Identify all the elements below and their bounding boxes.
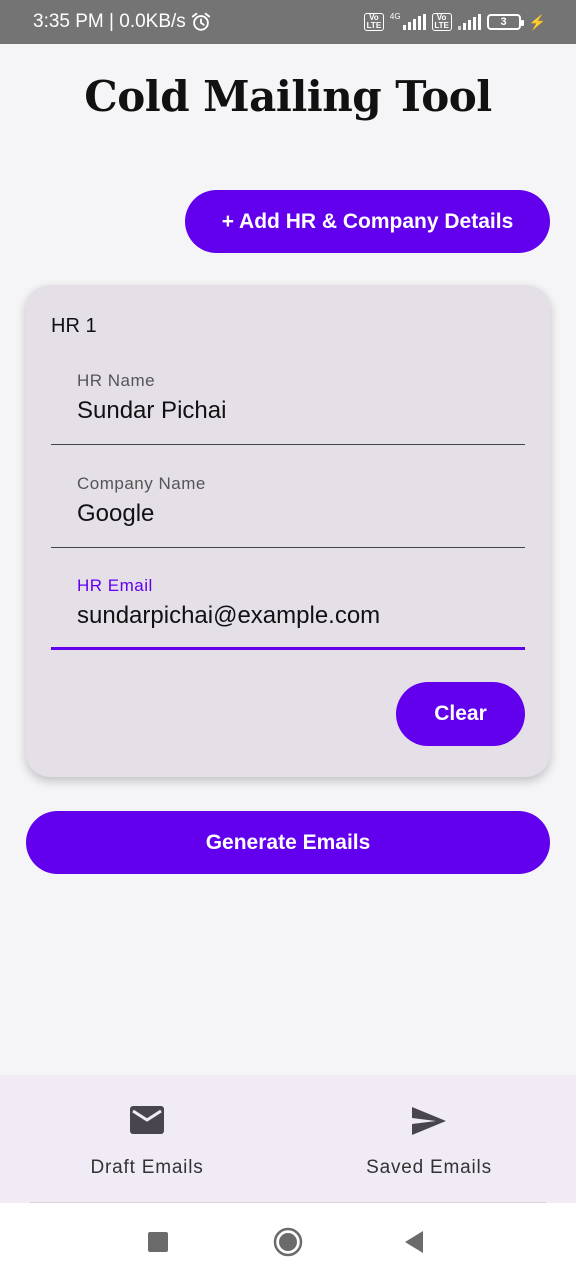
home-button[interactable] (258, 1203, 318, 1280)
generate-emails-button[interactable]: Generate Emails (26, 811, 550, 874)
back-button[interactable] (384, 1203, 444, 1280)
hr-email-input[interactable] (77, 602, 517, 630)
recents-icon (148, 1231, 168, 1252)
hr-email-field[interactable]: HR Email (51, 570, 525, 650)
mail-icon (127, 1105, 167, 1141)
nav-label-draft-emails: Draft Emails (90, 1157, 204, 1178)
hr-name-input[interactable] (77, 397, 517, 425)
home-icon (273, 1227, 303, 1256)
hr-name-field[interactable]: HR Name (51, 365, 525, 445)
add-hr-button[interactable]: + Add HR & Company Details (185, 190, 550, 253)
hr-name-label: HR Name (77, 371, 156, 390)
recents-button[interactable] (128, 1203, 188, 1280)
network-type-label: 4G (389, 12, 401, 21)
volte-icon-2: Vo LTE (431, 13, 452, 31)
clear-button[interactable]: Clear (396, 682, 525, 746)
card-title: HR 1 (51, 315, 97, 337)
status-left: 3:35 PM | 0.0KB/s (33, 0, 212, 44)
company-name-label: Company Name (77, 474, 206, 493)
back-icon (405, 1230, 423, 1253)
status-bar: 3:35 PM | 0.0KB/s Vo LTE 4G Vo LTE 3 ⚡ (0, 0, 576, 44)
nav-label-saved-emails: Saved Emails (366, 1157, 492, 1178)
send-icon (409, 1105, 449, 1141)
company-name-field[interactable]: Company Name (51, 468, 525, 548)
nav-item-draft-emails[interactable]: Draft Emails (3, 1075, 291, 1203)
hr-card: HR 1 HR Name Company Name HR Email Clear (26, 285, 550, 777)
volte-icon: Vo LTE (363, 13, 384, 31)
page-title: Cold Mailing Tool (84, 72, 492, 121)
status-time-speed: 3:35 PM | 0.0KB/s (33, 11, 186, 32)
charging-icon: ⚡ (528, 13, 546, 30)
signal-icon (402, 14, 426, 30)
alarm-icon (191, 12, 210, 31)
nav-item-saved-emails[interactable]: Saved Emails (285, 1075, 573, 1203)
status-right: Vo LTE 4G Vo LTE 3 ⚡ (363, 0, 546, 44)
company-name-input[interactable] (77, 500, 517, 528)
signal-icon-2 (457, 14, 481, 30)
bottom-nav: Draft Emails Saved Emails (0, 1075, 576, 1203)
hr-email-label: HR Email (77, 576, 153, 595)
battery-icon: 3 (486, 14, 524, 30)
system-nav-bar (0, 1203, 576, 1280)
